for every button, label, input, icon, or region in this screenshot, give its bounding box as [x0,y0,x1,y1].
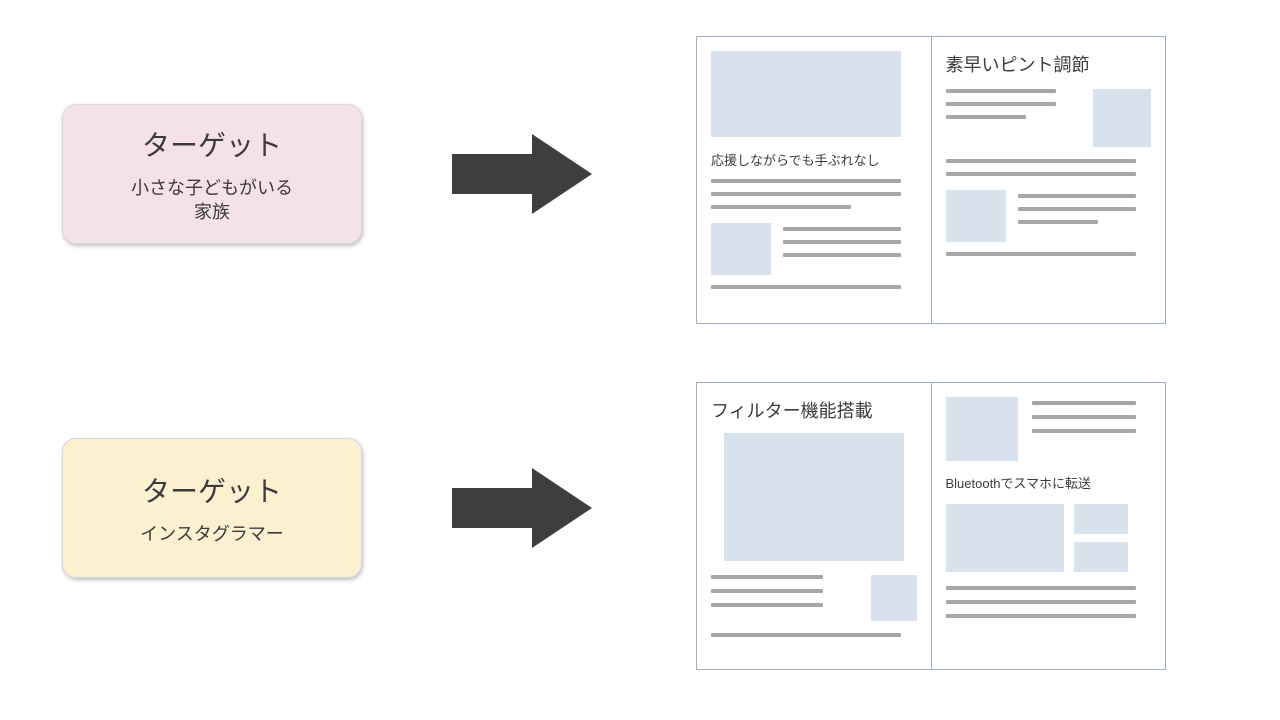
image-placeholder [711,223,771,275]
text-line [1018,194,1136,198]
brochure-spread-family: 応援しながらでも手ぶれなし 素早いピント調節 [696,36,1166,324]
brochure-page-left: 応援しながらでも手ぶれなし [697,37,932,323]
page-heading: 素早いピント調節 [946,51,1152,77]
image-placeholder [724,433,904,561]
brochure-spread-instagram: フィルター機能搭載 Bluetoothでスマホに転送 [696,382,1166,670]
text-line [1018,220,1098,224]
image-placeholder [711,51,901,137]
text-line [946,252,1136,256]
image-placeholder [946,397,1018,461]
target-title: ターゲット [142,124,282,164]
text-line [946,102,1056,106]
text-line [946,159,1136,163]
target-box-family: ターゲット 小さな子どもがいる 家族 [62,104,362,244]
text-line [946,614,1136,618]
target-subtitle: インスタグラマー [140,522,284,546]
text-line [711,192,901,196]
text-line [1032,401,1136,405]
target-subtitle: 小さな子どもがいる 家族 [131,176,293,225]
text-line [783,240,901,244]
text-line [711,589,823,593]
text-line [711,205,851,209]
page-caption: 応援しながらでも手ぶれなし [711,150,917,169]
text-line [783,253,901,257]
target-title: ターゲット [142,470,282,510]
image-placeholder [946,190,1006,242]
text-line [711,603,823,607]
image-placeholder [871,575,917,621]
image-placeholder [1093,89,1151,147]
image-placeholder [1074,504,1128,534]
text-line [1032,429,1136,433]
text-line [946,115,1026,119]
text-line [946,600,1136,604]
page-caption: Bluetoothでスマホに転送 [946,473,1152,492]
target-box-instagram: ターゲット インスタグラマー [62,438,362,578]
image-placeholder [1074,542,1128,572]
brochure-page-left: フィルター機能搭載 [697,383,932,669]
text-line [1018,207,1136,211]
text-line [711,633,901,637]
arrow-icon [452,134,592,214]
page-heading: フィルター機能搭載 [711,397,917,423]
text-line [946,89,1056,93]
image-placeholder [946,504,1064,572]
arrow-icon [452,468,592,548]
text-line [946,172,1136,176]
text-line [711,285,901,289]
text-line [946,586,1136,590]
text-line [1032,415,1136,419]
brochure-page-right: 素早いピント調節 [932,37,1166,323]
text-line [783,227,901,231]
text-line [711,575,823,579]
text-line [711,179,901,183]
brochure-page-right: Bluetoothでスマホに転送 [932,383,1166,669]
